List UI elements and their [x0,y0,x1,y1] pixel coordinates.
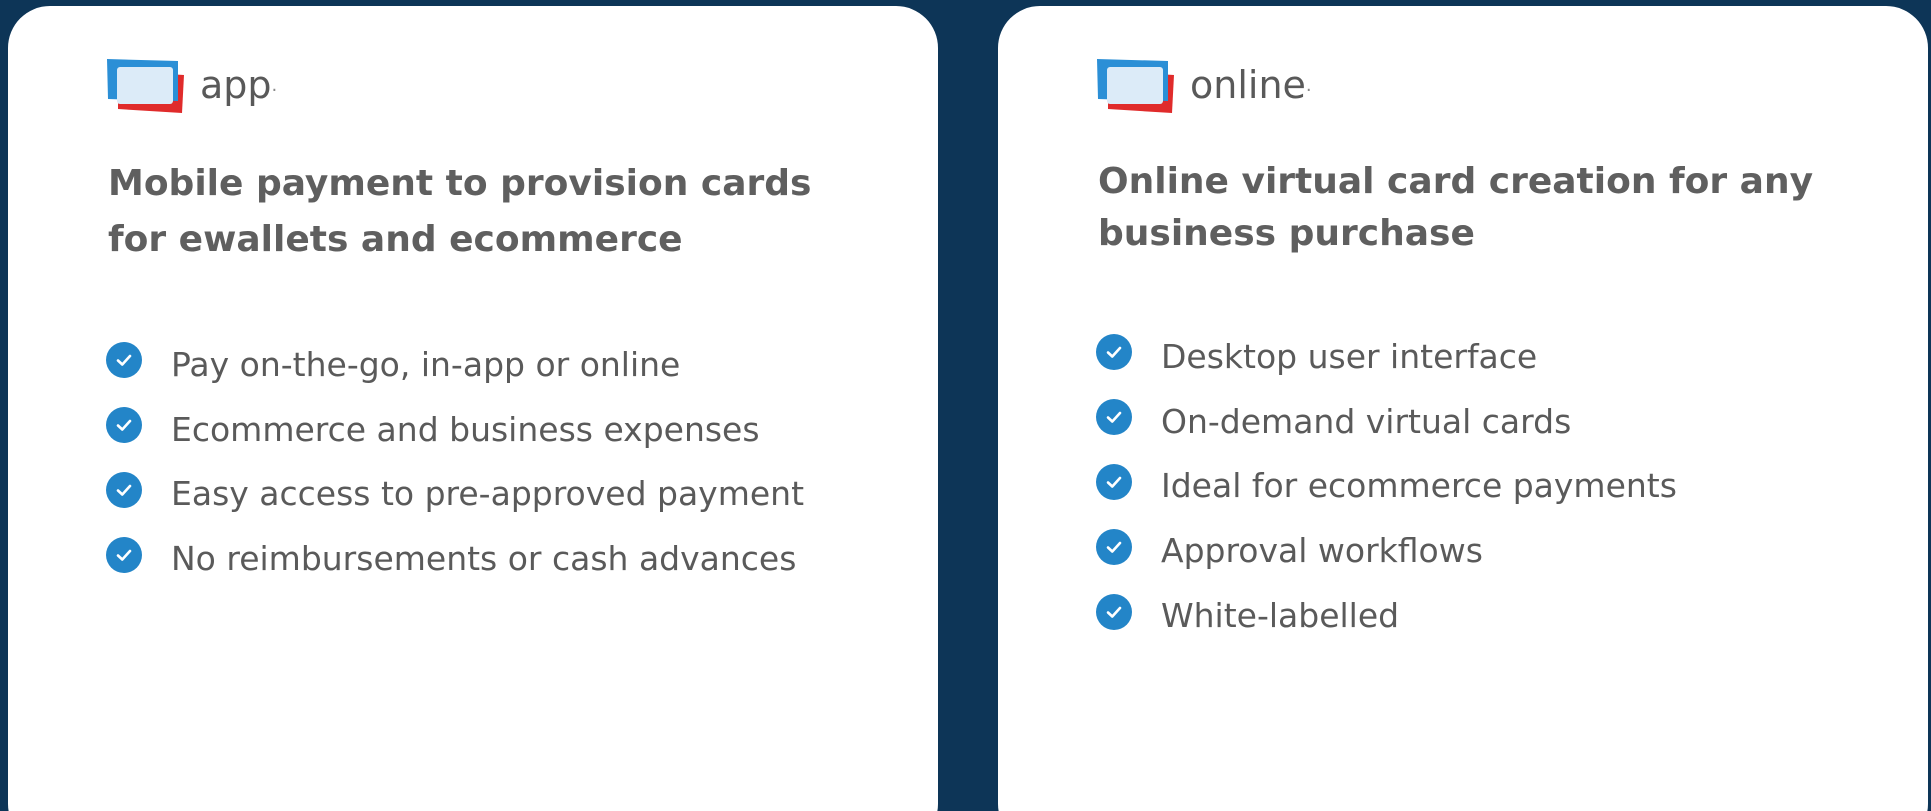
feature-item: On-demand virtual cards [1096,389,1677,454]
feature-item: Approval workflows [1096,518,1677,583]
logo-wordmark: app [200,63,272,107]
feature-label: Ecommerce and business expenses [171,409,760,449]
feature-label: No reimbursements or cash advances [171,539,797,579]
feature-label: Desktop user interface [1161,336,1538,376]
check-circle-icon [106,471,142,508]
cards-logo-icon [1097,59,1174,113]
feature-item: Ideal for ecommerce payments [1096,454,1677,519]
product-card-online: online. Online virtual card creation for… [998,6,1928,811]
logo-wordmark: online [1190,63,1306,107]
feature-item: No reimbursements or cash advances [106,526,804,591]
feature-label: Approval workflows [1161,531,1483,571]
feature-item: Easy access to pre-approved payment [106,462,804,527]
check-circle-icon [106,342,142,379]
online-logo: online. [1096,52,1312,118]
check-circle-icon [1096,463,1132,500]
check-circle-icon [106,407,142,444]
feature-list: Pay on-the-go, in-app or online Ecommerc… [106,332,804,591]
logo-dot: . [1305,74,1312,96]
feature-item: Pay on-the-go, in-app or online [106,332,804,397]
check-circle-icon [1096,593,1132,630]
feature-label: Easy access to pre-approved payment [171,474,805,514]
check-circle-icon [1096,399,1132,436]
card-headline: Mobile payment to provision cards for ew… [108,163,812,260]
feature-label: On-demand virtual cards [1161,401,1572,441]
page: app. Mobile payment to provision cards f… [0,0,1931,811]
logo-dot: . [271,74,278,96]
feature-item: Ecommerce and business expenses [106,397,804,462]
feature-item: Desktop user interface [1096,324,1677,389]
feature-item: White-labelled [1096,583,1677,648]
feature-list: Desktop user interface On-demand virtual… [1096,324,1677,648]
check-circle-icon [106,536,142,573]
feature-label: Ideal for ecommerce payments [1161,466,1677,506]
feature-label: Pay on-the-go, in-app or online [171,344,681,384]
product-card-app: app. Mobile payment to provision cards f… [8,6,938,811]
check-circle-icon [1096,334,1132,371]
feature-label: White-labelled [1161,596,1400,636]
card-headline: Online virtual card creation for any bus… [1098,161,1814,254]
cards-logo-icon [107,59,184,113]
check-circle-icon [1096,528,1132,565]
app-logo: app. [106,52,277,118]
